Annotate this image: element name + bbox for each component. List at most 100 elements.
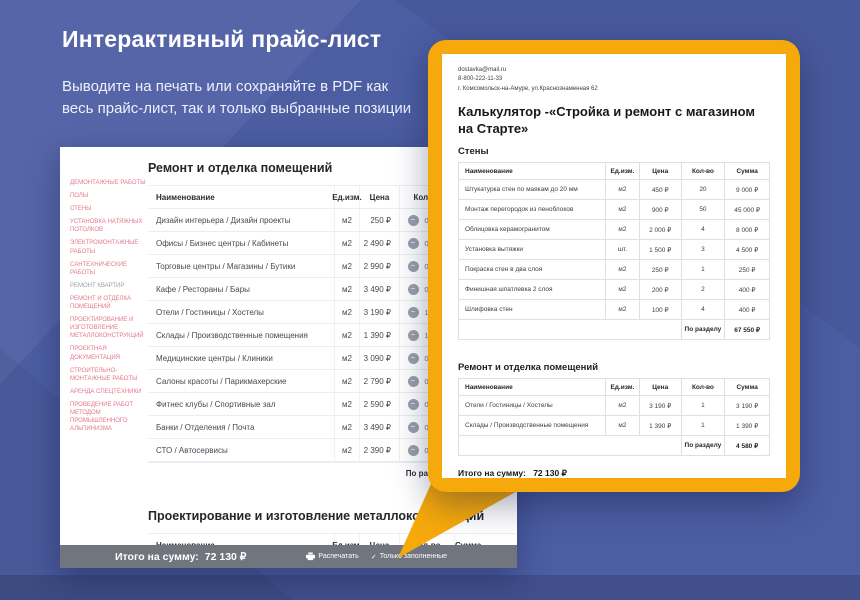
contact-address: г. Комсомольск-на-Амуре, ул.Краснознамен… (458, 85, 770, 94)
qty-decrease-button[interactable]: − (408, 238, 419, 249)
contact-phone: 8-800-222-11-33 (458, 75, 770, 84)
pricelist-sidebar: ДЕМОНТАЖНЫЕ РАБОТЫ ПОЛЫ СТЕНЫ УСТАНОВКА НАТ… (70, 179, 146, 438)
total-value: 72 130 ₽ (205, 551, 247, 563)
item-sum: 9 000 ₽ (725, 180, 769, 199)
item-unit: м2 (335, 232, 360, 254)
item-unit: м2 (335, 439, 360, 461)
column-header: Наименование (459, 379, 606, 395)
item-unit: м2 (335, 416, 360, 438)
qty-decrease-button[interactable]: − (408, 399, 419, 410)
table-header-row: НаименованиеЕд.изм.ЦенаКол-воСумма (459, 379, 769, 396)
total-bar: Итого на сумму: 72 130 ₽ Распечатать ✓ Т… (60, 545, 517, 568)
item-name: Офисы / Бизнес центры / Кабинеты (148, 232, 335, 254)
footer-label: По разделу (682, 320, 726, 339)
qty-decrease-button[interactable]: − (408, 353, 419, 364)
item-unit: м2 (335, 347, 360, 369)
sidebar-link[interactable]: АРЕНДА СПЕЦТЕХНИКИ (70, 388, 146, 396)
item-unit: м2 (335, 278, 360, 300)
item-name: Склады / Производственные помещения (459, 416, 606, 435)
sidebar-link[interactable]: ПОЛЫ (70, 192, 146, 200)
qty-decrease-button[interactable]: − (408, 215, 419, 226)
item-price: 3 490 ₽ (360, 416, 400, 438)
item-price: 250 ₽ (360, 209, 400, 231)
item-price: 250 ₽ (640, 260, 682, 279)
item-price: 1 390 ₽ (640, 416, 682, 435)
item-unit: м2 (606, 220, 640, 239)
footer-value: 67 550 ₽ (725, 320, 769, 339)
table-header-row: НаименованиеЕд.изм.ЦенаКол-воСумма (459, 163, 769, 180)
column-header: Наименование (148, 186, 335, 208)
sidebar-link[interactable]: РЕМОНТ И ОТДЕЛКА ПОМЕЩЕНИЙ (70, 295, 146, 311)
qty-decrease-button[interactable]: − (408, 330, 419, 341)
qty-decrease-button[interactable]: − (408, 376, 419, 387)
item-sum: 400 ₽ (725, 280, 769, 299)
table-row: Установка вытяжкишт.1 500 ₽34 500 ₽ (459, 240, 769, 260)
item-name: Кафе / Рестораны / Бары (148, 278, 335, 300)
background-bottom-band (0, 575, 860, 600)
item-unit: м2 (606, 180, 640, 199)
sidebar-link[interactable]: РЕМОНТ КВАРТИР (70, 282, 146, 290)
column-header: Ед.изм. (335, 186, 360, 208)
sidebar-link[interactable]: ЭЛЕКТРОМОНТАЖНЫЕ РАБОТЫ (70, 239, 146, 255)
item-price: 2 490 ₽ (360, 232, 400, 254)
item-unit: м2 (606, 260, 640, 279)
item-unit: м2 (335, 301, 360, 323)
printer-icon (306, 552, 315, 561)
item-name: Торговые центры / Магазины / Бутики (148, 255, 335, 277)
page-title: Интерактивный прайс-лист (62, 26, 381, 53)
item-unit: шт. (606, 240, 640, 259)
calc-total-label: Итого на сумму: (458, 468, 526, 478)
table-row: Монтаж перегородок из пеноблоковм2900 ₽5… (459, 200, 769, 220)
qty-decrease-button[interactable]: − (408, 307, 419, 318)
item-sum: 400 ₽ (725, 300, 769, 319)
item-name: СТО / Автосервисы (148, 439, 335, 461)
item-sum: 3 190 ₽ (725, 396, 769, 415)
item-sum: 1 390 ₽ (725, 416, 769, 435)
sidebar-link[interactable]: УСТАНОВКА НАТЯЖНЫХ ПОТОЛКОВ (70, 218, 146, 234)
item-unit: м2 (335, 209, 360, 231)
column-header: Ед.изм. (606, 379, 640, 395)
item-unit: м2 (606, 396, 640, 415)
sidebar-link[interactable]: ПРОЕКТНАЯ ДОКУМЕНТАЦИЯ (70, 345, 146, 361)
qty-decrease-button[interactable]: − (408, 422, 419, 433)
sidebar-link[interactable]: ПРОЕКТИРОВАНИЕ И ИЗГОТОВЛЕНИЕ МЕТАЛЛОКОН… (70, 316, 146, 340)
item-unit: м2 (335, 255, 360, 277)
item-name: Облицовка керамогранитом (459, 220, 606, 239)
item-unit: м2 (606, 300, 640, 319)
calc-table-1: НаименованиеЕд.изм.ЦенаКол-воСуммаШтукат… (458, 162, 770, 340)
filled-only-checkbox[interactable]: ✓ Только заполненные (371, 553, 447, 561)
item-qty: 2 (682, 280, 726, 299)
footer-blank (459, 436, 682, 455)
item-unit: м2 (335, 393, 360, 415)
item-name: Отели / Гостиницы / Хостелы (148, 301, 335, 323)
qty-decrease-button[interactable]: − (408, 445, 419, 456)
sidebar-link[interactable]: ПРОВЕДЕНИЕ РАБОТ МЕТОДОМ ПРОМЫШЛЕННОГО А… (70, 401, 146, 433)
item-price: 3 490 ₽ (360, 278, 400, 300)
sidebar-link[interactable]: ДЕМОНТАЖНЫЕ РАБОТЫ (70, 179, 146, 187)
calc-section-title-1: Стены (458, 146, 770, 157)
qty-decrease-button[interactable]: − (408, 261, 419, 272)
item-qty: 3 (682, 240, 726, 259)
footer-value: 4 580 ₽ (725, 436, 769, 455)
column-header: Цена (360, 186, 400, 208)
item-qty: 50 (682, 200, 726, 219)
item-name: Дизайн интерьера / Дизайн проекты (148, 209, 335, 231)
sidebar-link[interactable]: СТРОИТЕЛЬНО-МОНТАЖНЫЕ РАБОТЫ (70, 367, 146, 383)
item-price: 1 500 ₽ (640, 240, 682, 259)
calculator-title: Калькулятор -«Стройка и ремонт с магазин… (458, 103, 770, 137)
item-name: Салоны красоты / Парикмахерские (148, 370, 335, 392)
qty-decrease-button[interactable]: − (408, 284, 419, 295)
item-price: 3 090 ₽ (360, 347, 400, 369)
item-name: Медицинские центры / Клиники (148, 347, 335, 369)
item-price: 2 990 ₽ (360, 255, 400, 277)
item-price: 2 390 ₽ (360, 439, 400, 461)
sidebar-link[interactable]: СТЕНЫ (70, 205, 146, 213)
table-row: Покраска стен в два слоям2250 ₽1250 ₽ (459, 260, 769, 280)
column-header: Кол-во (682, 379, 726, 395)
item-sum: 45 000 ₽ (725, 200, 769, 219)
item-name: Штукатурка стен по маякам до 20 мм (459, 180, 606, 199)
item-price: 3 190 ₽ (360, 301, 400, 323)
print-button[interactable]: Распечатать (306, 552, 358, 561)
calc-table-2: НаименованиеЕд.изм.ЦенаКол-воСуммаОтели … (458, 378, 770, 456)
sidebar-link[interactable]: САНТЕХНИЧЕСКИЕ РАБОТЫ (70, 261, 146, 277)
